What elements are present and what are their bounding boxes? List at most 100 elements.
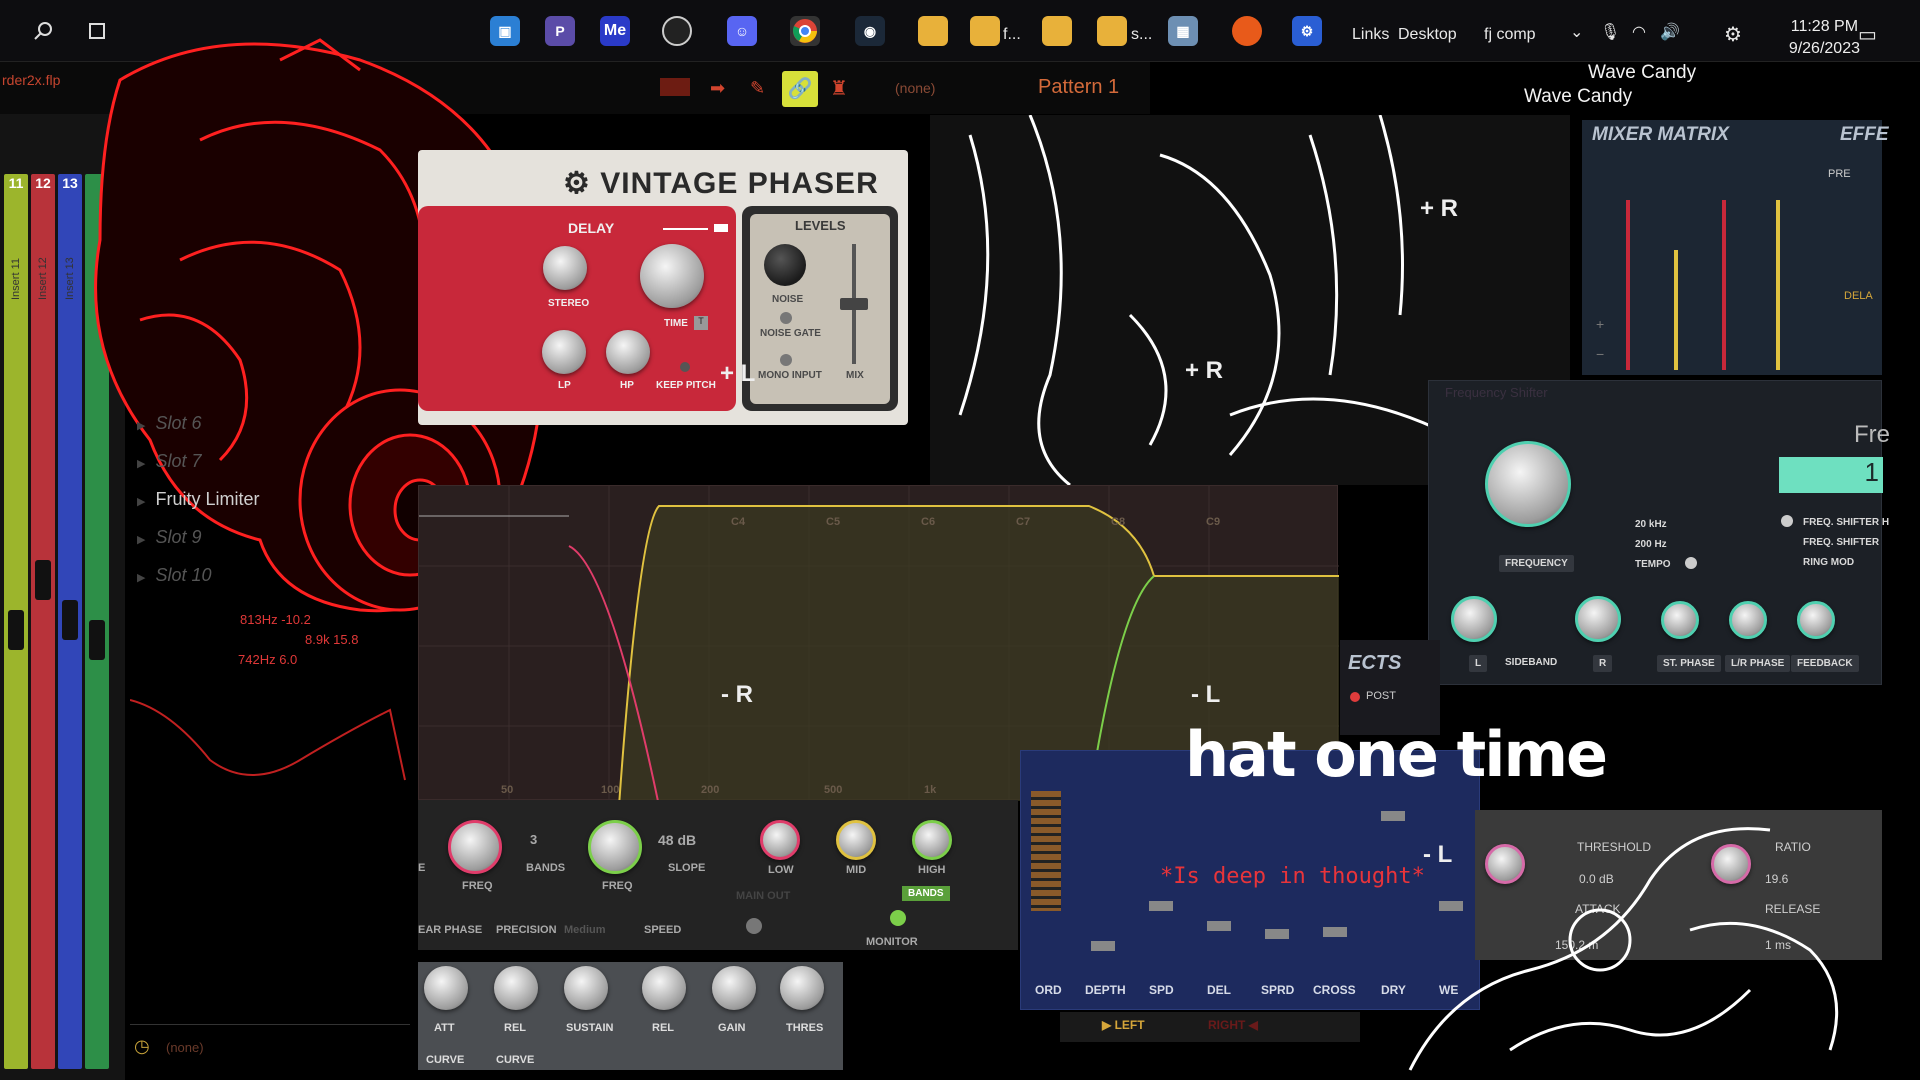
lr-phase-knob[interactable] (1729, 601, 1767, 639)
mixer-strip-12[interactable] (31, 174, 55, 1069)
hp-knob[interactable] (606, 330, 650, 374)
volume-fader[interactable] (35, 560, 51, 600)
speed-knob[interactable] (746, 918, 762, 934)
spd-label: SPD (1149, 983, 1174, 997)
mid-knob[interactable] (836, 820, 876, 860)
volume-fader[interactable] (8, 610, 24, 650)
rel2-knob[interactable] (642, 966, 686, 1010)
stamp-icon[interactable]: ♜ (830, 76, 848, 101)
slot-9[interactable]: ▶ Slot 9 (137, 527, 202, 548)
range-selector[interactable] (1685, 557, 1697, 569)
gear-icon[interactable]: ⚙ (1724, 22, 1742, 47)
brush-icon[interactable]: ✎ (750, 78, 765, 99)
range-200hz[interactable]: 200 Hz (1635, 539, 1667, 550)
microphone-icon[interactable]: 🎙 (1600, 22, 1620, 42)
spd-fader[interactable] (1149, 901, 1173, 911)
time-knob[interactable] (640, 244, 704, 308)
wifi-icon[interactable]: ◠ (1632, 22, 1646, 42)
mixer-footer-label: (none) (166, 1040, 204, 1055)
sprd-fader[interactable] (1265, 929, 1289, 939)
freq-knob-2[interactable] (588, 820, 642, 874)
pre-toggle[interactable]: PRE (1828, 168, 1851, 180)
chart-app-icon[interactable]: ▦ (1168, 16, 1198, 46)
monitor-toggle[interactable] (890, 910, 906, 926)
mode-freq-shifter-h[interactable]: FREQ. SHIFTER H (1803, 517, 1889, 528)
pattern-selector[interactable]: Pattern 1 (1038, 76, 1119, 99)
folder-icon[interactable] (918, 16, 948, 46)
st-phase-knob[interactable] (1661, 601, 1699, 639)
gain-knob[interactable] (712, 966, 756, 1010)
mix-slider-handle[interactable] (840, 298, 868, 310)
rel-knob[interactable] (494, 966, 538, 1010)
slope-value[interactable]: 48 dB (658, 832, 696, 848)
volume-icon[interactable]: 🔊 (1660, 22, 1680, 42)
chevron-down-icon[interactable]: ⌄ (1570, 22, 1583, 42)
right-button[interactable]: RIGHT ◀ (1208, 1018, 1258, 1032)
matrix-fader[interactable] (1626, 200, 1630, 370)
stereo-knob[interactable] (543, 246, 587, 290)
depth-fader[interactable] (1091, 941, 1115, 951)
discord-icon[interactable]: ☺ (727, 16, 757, 46)
matrix-fader[interactable] (1776, 200, 1780, 370)
fjcomp-toolbar[interactable]: fj comp (1484, 26, 1536, 44)
bands-button[interactable]: BANDS (902, 886, 950, 901)
del-fader[interactable] (1207, 921, 1231, 931)
keep-pitch-toggle[interactable] (680, 362, 690, 372)
noise-knob[interactable] (764, 244, 806, 286)
lp-knob[interactable] (542, 330, 586, 374)
chrome-icon[interactable] (790, 16, 820, 46)
range-tempo[interactable]: TEMPO (1635, 559, 1671, 570)
slot-6[interactable]: ▶ Slot 6 (137, 413, 202, 434)
bands-count[interactable]: 3 (530, 832, 537, 847)
time-sync-button[interactable]: T (694, 316, 708, 330)
links-toolbar[interactable]: Links (1352, 26, 1389, 44)
remove-icon[interactable]: − (1596, 346, 1604, 362)
channel-selector[interactable]: (none) (895, 80, 935, 96)
desktop-toolbar[interactable]: Desktop (1398, 26, 1457, 44)
att-knob[interactable] (424, 966, 468, 1010)
mode-selector[interactable] (1781, 515, 1793, 527)
me-icon[interactable]: Me (600, 16, 630, 46)
steam-icon[interactable]: ◉ (855, 16, 885, 46)
firefox-icon[interactable] (1232, 16, 1262, 46)
high-knob[interactable] (912, 820, 952, 860)
frequency-display[interactable]: 1 (1779, 457, 1883, 493)
mode-freq-shifter[interactable]: FREQ. SHIFTER (1803, 537, 1879, 548)
feedback-knob[interactable] (1797, 601, 1835, 639)
app-icon-gear[interactable]: ⚙ (1292, 16, 1322, 46)
low-knob[interactable] (760, 820, 800, 860)
sideband-r-knob[interactable] (1575, 596, 1621, 642)
search-icon[interactable] (28, 16, 58, 46)
mono-input-toggle[interactable] (780, 354, 792, 366)
system-clock[interactable]: 11:28 PM 9/26/2023 (1789, 16, 1860, 60)
slot-fruity-limiter[interactable]: ▶ Fruity Limiter (137, 489, 259, 510)
freq-knob[interactable] (448, 820, 502, 874)
add-icon[interactable]: + (1596, 316, 1604, 332)
obs-icon[interactable] (662, 16, 692, 46)
arrow-icon[interactable]: ➡ (710, 78, 725, 99)
noise-gate-toggle[interactable] (780, 312, 792, 324)
matrix-fader[interactable] (1722, 200, 1726, 370)
freq-label: 100 (601, 784, 620, 796)
sideband-l-knob[interactable] (1451, 596, 1497, 642)
playlist-icon[interactable] (660, 78, 690, 96)
left-button[interactable]: ▶ LEFT (1102, 1018, 1145, 1032)
slot-10[interactable]: ▶ Slot 10 (137, 565, 212, 586)
matrix-fader[interactable] (1674, 250, 1678, 370)
folder-icon[interactable] (1097, 16, 1127, 46)
post-toggle[interactable] (1350, 692, 1360, 702)
mode-ring-mod[interactable]: RING MOD (1803, 557, 1854, 568)
thres-knob[interactable] (780, 966, 824, 1010)
folder-icon[interactable] (1042, 16, 1072, 46)
sustain-knob[interactable] (564, 966, 608, 1010)
folder-icon[interactable] (970, 16, 1000, 46)
precision-dropdown[interactable]: Medium (564, 924, 606, 936)
slot-7[interactable]: ▶ Slot 7 (137, 451, 202, 472)
cross-fader[interactable] (1323, 927, 1347, 937)
frequency-knob[interactable] (1485, 441, 1571, 527)
snap-link-button[interactable]: 🔗 (782, 71, 818, 107)
range-20khz[interactable]: 20 kHz (1635, 519, 1667, 530)
gear-icon[interactable]: ⚙ (563, 167, 591, 200)
notification-icon[interactable]: ▭ (1858, 22, 1877, 47)
delay-toggle[interactable] (714, 224, 728, 232)
